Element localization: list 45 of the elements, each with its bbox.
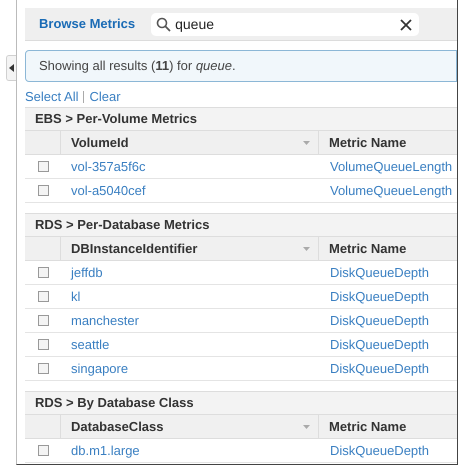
row-checkbox[interactable] (38, 315, 48, 326)
sort-caret-icon[interactable] (303, 424, 310, 428)
row-checkbox[interactable] (38, 161, 48, 172)
dimension-link[interactable]: seattle (71, 336, 110, 352)
results-message: Showing all results (11) for queue. (39, 57, 236, 76)
row-checkbox[interactable] (38, 339, 48, 350)
section-header: RDS > Per-Database Metrics (25, 213, 457, 237)
column-header[interactable]: Metric Name (319, 238, 406, 258)
metric-link[interactable]: VolumeQueueLength (320, 156, 452, 176)
dimension-link[interactable]: singapore (71, 360, 128, 376)
metric-link[interactable]: DiskQueueDepth (320, 286, 429, 306)
search-icon (156, 16, 172, 32)
metric-link[interactable]: DiskQueueDepth (320, 358, 429, 378)
section-header: EBS > Per-Volume Metrics (25, 107, 457, 131)
selection-link[interactable]: Select All (25, 87, 78, 107)
dimension-link[interactable]: vol-357a5f6c (71, 158, 146, 174)
selection-link[interactable]: Clear (89, 87, 121, 107)
column-header[interactable]: DatabaseClass (71, 416, 164, 436)
row-checkbox[interactable] (38, 185, 48, 196)
column-header[interactable]: DBInstanceIdentifier (71, 238, 198, 258)
metric-link[interactable]: DiskQueueDepth (320, 262, 429, 282)
column-header[interactable]: Metric Name (319, 132, 406, 152)
row-checkbox[interactable] (38, 267, 48, 278)
caret-left-icon (9, 64, 14, 72)
collapse-tab[interactable] (6, 55, 16, 81)
section-header: RDS > By Database Class (25, 391, 457, 415)
dimension-link[interactable]: jeffdb (71, 264, 103, 280)
column-header[interactable]: VolumeId (71, 132, 129, 152)
dimension-link[interactable]: db.m1.large (71, 442, 140, 458)
dimension-link[interactable]: vol-a5040cef (71, 182, 146, 198)
metric-link[interactable]: DiskQueueDepth (320, 334, 429, 354)
close-icon[interactable] (400, 18, 412, 30)
metric-link[interactable]: VolumeQueueLength (320, 180, 452, 200)
column-header[interactable]: Metric Name (319, 416, 406, 436)
dimension-link[interactable]: kl (71, 288, 80, 304)
dimension-link[interactable]: manchester (71, 312, 139, 328)
sort-caret-icon[interactable] (303, 246, 310, 250)
row-checkbox[interactable] (38, 445, 48, 456)
row-checkbox[interactable] (38, 291, 48, 302)
sort-caret-icon[interactable] (303, 140, 310, 144)
metric-link[interactable]: DiskQueueDepth (320, 310, 429, 330)
page-title: Browse Metrics (39, 15, 136, 34)
metric-link[interactable]: DiskQueueDepth (320, 440, 429, 460)
search-field[interactable]: queue (151, 12, 420, 36)
row-checkbox[interactable] (38, 363, 48, 374)
